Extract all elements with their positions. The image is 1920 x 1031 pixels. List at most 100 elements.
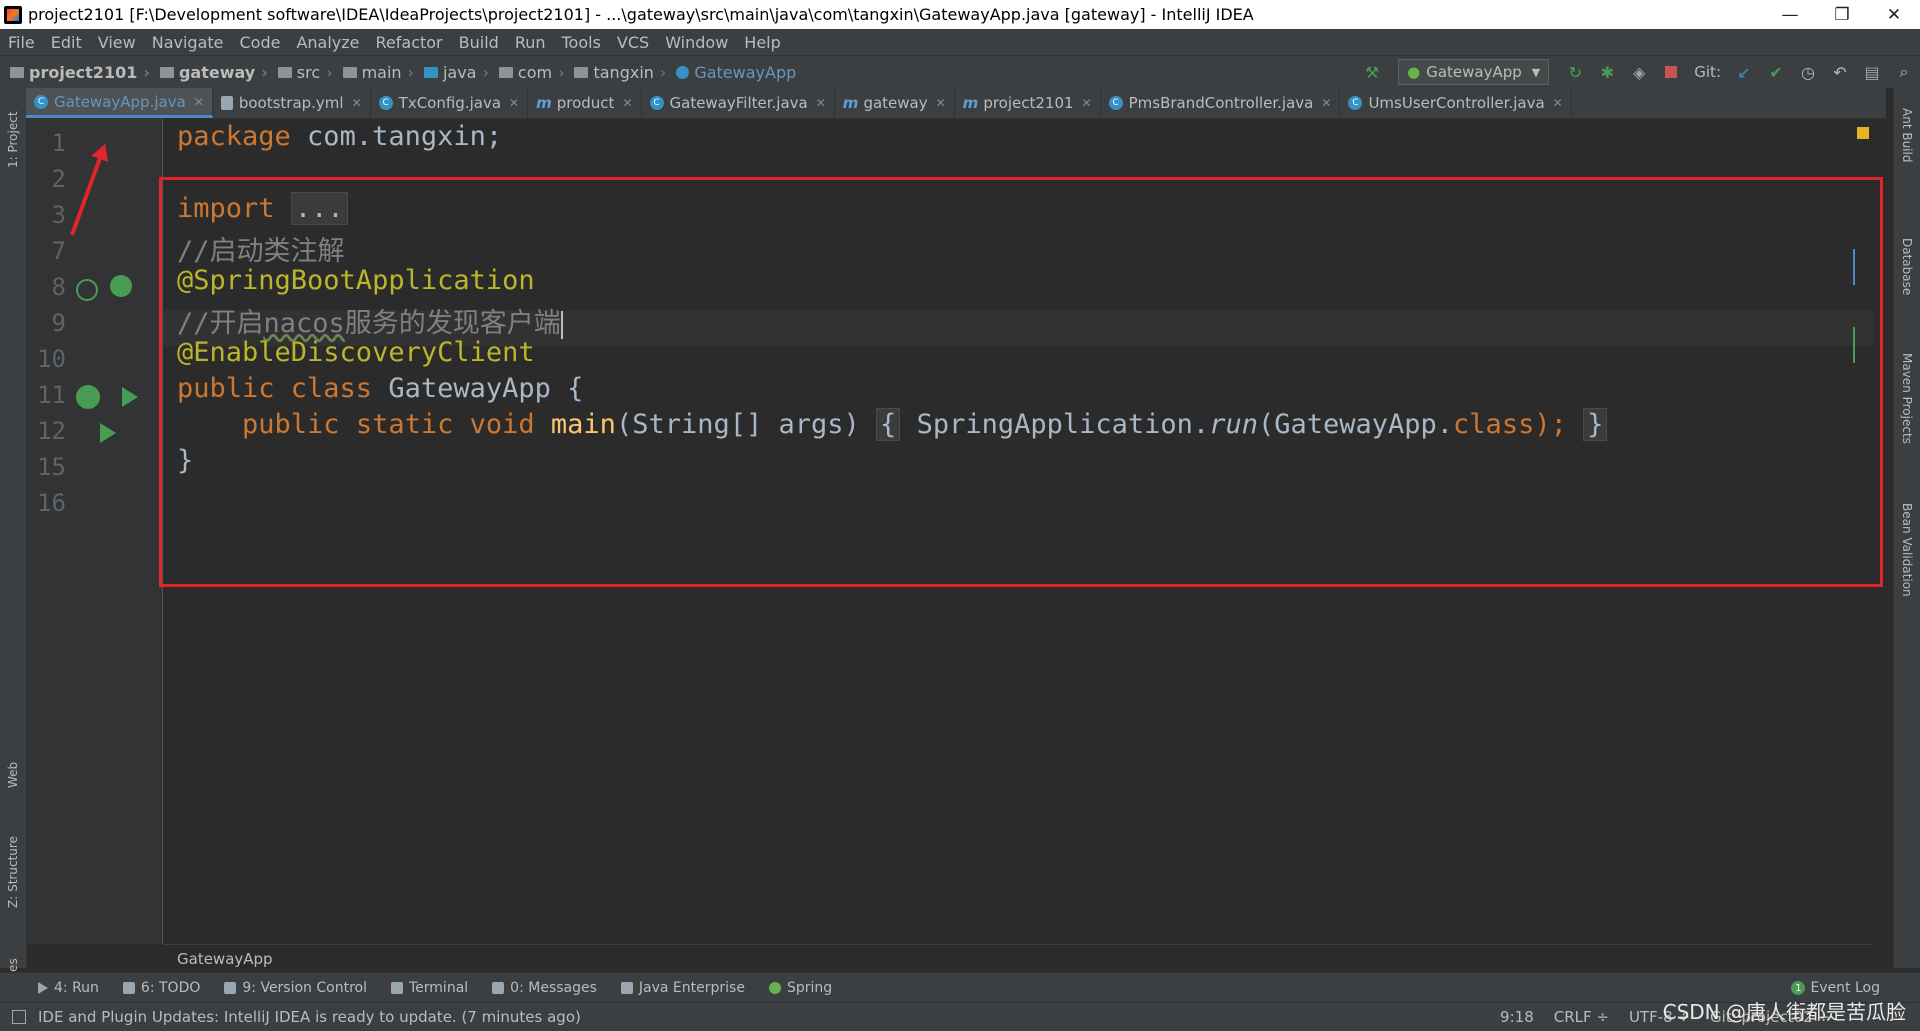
menu-analyze[interactable]: Analyze [288,33,367,52]
tool-windows-toggle-icon[interactable] [12,1010,26,1024]
history-clock-icon[interactable]: ◷ [1799,63,1817,82]
tab-pmsbrandcontroller-java[interactable]: C PmsBrandController.java ✕ [1101,88,1341,118]
close-tab-icon[interactable]: ✕ [1553,96,1563,110]
main-toolbar: ⚒ ● GatewayApp ▼ ↻ ✱ ◈ Git: ↙ ✔ ◷ ↶ ▤ ⌕ [1356,56,1920,88]
breadcrumb-module[interactable]: gateway › [150,63,268,82]
run-class-gutter-icon[interactable] [122,387,138,407]
editor-tabs: C GatewayApp.java ✕ bootstrap.yml ✕ C TxConf… [26,88,1886,119]
editor-breadcrumb[interactable]: GatewayApp [163,944,1873,972]
tab-gatewayfilter-java[interactable]: C GatewayFilter.java ✕ [642,88,835,118]
tab-umsusercontroller-java[interactable]: C UmsUserController.java ✕ [1340,88,1572,118]
navigation-bar: project2101 › gateway › src › main › java › c… [0,55,1920,89]
folded-method-open[interactable]: { [876,408,901,441]
breadcrumb-tangxin[interactable]: tangxin › [564,63,666,82]
tab-label: product [556,94,615,112]
spring-bean-search-icon[interactable] [76,279,98,301]
close-tab-icon[interactable]: ✕ [816,96,826,110]
messages-tool-window-button[interactable]: 0: Messages [480,980,609,996]
menu-file[interactable]: File [0,33,43,52]
project-structure-icon[interactable]: ▤ [1863,63,1881,82]
close-tab-icon[interactable]: ✕ [194,95,204,109]
debug-bug-icon[interactable]: ✱ [1598,63,1616,82]
class-icon: C [649,96,664,110]
close-tab-icon[interactable]: ✕ [1321,96,1331,110]
maven-projects-tool-window-button[interactable]: Maven Projects [1900,353,1914,444]
line-number: 7 [51,237,66,265]
package-icon [574,66,589,78]
java-enterprise-tool-window-button[interactable]: Java Enterprise [609,980,757,996]
close-tab-icon[interactable]: ✕ [509,96,519,110]
database-tool-window-button[interactable]: Database [1900,238,1914,295]
structure-tool-window-button[interactable]: Z: Structure [6,836,20,908]
spring-boot-run-class-icon[interactable] [76,385,100,409]
inspection-warning-icon[interactable] [1857,127,1869,139]
menu-edit[interactable]: Edit [43,33,90,52]
menu-code[interactable]: Code [232,33,289,52]
menu-tools[interactable]: Tools [554,33,609,52]
stop-icon[interactable] [1662,63,1680,81]
breadcrumb-com[interactable]: com › [489,63,564,82]
tab-gatewayapp-java[interactable]: C GatewayApp.java ✕ [26,88,213,118]
menu-window[interactable]: Window [657,33,736,52]
tab-gateway[interactable]: m gateway ✕ [835,88,955,118]
minimize-button[interactable]: — [1764,5,1816,25]
bean-validation-tool-window-button[interactable]: Bean Validation [1900,503,1914,597]
maximize-button[interactable]: ❐ [1816,5,1868,25]
run-configuration-select[interactable]: ● GatewayApp ▼ [1398,59,1550,85]
tab-project2101[interactable]: m project2101 ✕ [955,88,1101,118]
terminal-icon [391,982,403,994]
version-control-tool-window-button[interactable]: 9: Version Control [212,980,379,996]
tab-bootstrap-yml[interactable]: bootstrap.yml ✕ [213,88,371,118]
class-icon: C [378,96,393,110]
menu-refactor[interactable]: Refactor [368,33,451,52]
run-main-gutter-icon[interactable] [100,423,116,443]
line-number: 16 [37,489,66,517]
code-line-10: @EnableDiscoveryClient [177,337,535,368]
menu-help[interactable]: Help [736,33,788,52]
line-separator-selector[interactable]: CRLF ÷ [1544,1008,1619,1026]
spring-leaf-icon [768,982,781,994]
spring-tool-window-button[interactable]: Spring [757,980,844,996]
status-message[interactable]: IDE and Plugin Updates: IntelliJ IDEA is… [0,1008,1490,1026]
class-icon: C [34,94,48,109]
breadcrumb-main[interactable]: main › [333,63,414,82]
breadcrumb-java[interactable]: java › [414,63,489,82]
ant-build-tool-window-button[interactable]: Ant Build [1900,108,1914,162]
maven-icon: m [842,94,859,112]
folded-method-close[interactable]: } [1583,408,1608,441]
tab-product[interactable]: m product ✕ [528,88,642,118]
tab-label: bootstrap.yml [238,94,344,112]
close-tab-icon[interactable]: ✕ [936,96,946,110]
coverage-icon[interactable]: ◈ [1630,63,1648,82]
folded-imports[interactable]: ... [290,192,348,225]
revert-icon[interactable]: ↶ [1831,63,1849,82]
vcs-commit-icon[interactable]: ✔ [1767,63,1785,82]
spring-boot-leaf-icon[interactable] [110,275,132,297]
build-hammer-icon[interactable]: ⚒ [1363,63,1381,82]
code-editor[interactable]: package com.tangxin; import ... //启动类注解 … [163,119,1873,944]
caret-position[interactable]: 9:18 [1490,1008,1544,1026]
breadcrumb-class[interactable]: GatewayApp [666,63,796,82]
menu-build[interactable]: Build [451,33,507,52]
tab-txconfig-java[interactable]: C TxConfig.java ✕ [371,88,529,118]
todo-tool-window-button[interactable]: 6: TODO [111,980,212,996]
breadcrumb-project[interactable]: project2101 › [0,63,150,82]
menu-view[interactable]: View [90,33,144,52]
run-tool-window-button[interactable]: 4: Run [26,980,111,996]
menu-run[interactable]: Run [507,33,554,52]
close-tab-icon[interactable]: ✕ [622,96,632,110]
project-tool-window-button[interactable]: 1: Project [6,111,20,168]
menu-vcs[interactable]: VCS [609,33,657,52]
rerun-icon[interactable]: ↻ [1566,63,1584,82]
close-tab-icon[interactable]: ✕ [1082,96,1092,110]
search-icon[interactable]: ⌕ [1895,62,1913,81]
web-tool-window-button[interactable]: Web [6,762,20,788]
menu-navigate[interactable]: Navigate [144,33,232,52]
vcs-update-icon[interactable]: ↙ [1735,63,1753,82]
terminal-tool-window-button[interactable]: Terminal [379,980,480,996]
window-titlebar: project2101 [F:\Development software\IDE… [0,0,1920,29]
breadcrumb-src[interactable]: src › [268,63,333,82]
todo-list-icon [122,982,135,994]
close-button[interactable]: ✕ [1868,5,1920,25]
close-tab-icon[interactable]: ✕ [352,96,362,110]
